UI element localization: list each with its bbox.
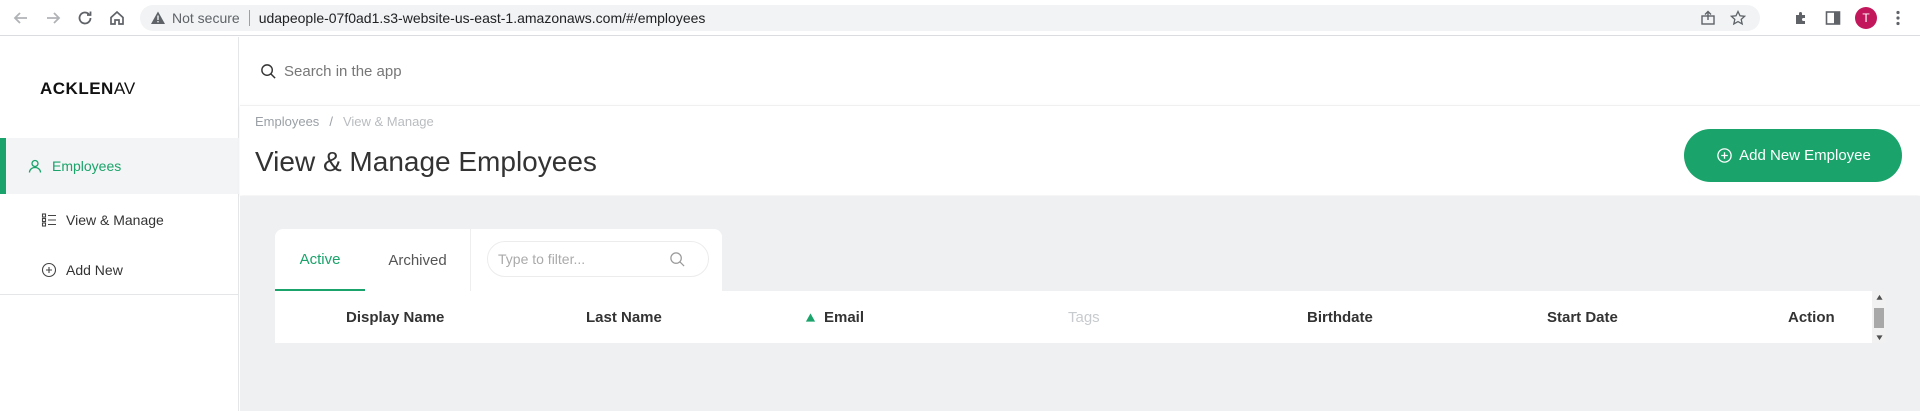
page-header: Employees / View & Manage View & Manage … — [240, 105, 1920, 195]
column-header-email[interactable]: Email — [804, 291, 864, 343]
filter-input[interactable] — [498, 251, 668, 267]
scroll-down-arrow-icon[interactable] — [1875, 333, 1883, 341]
list-icon — [40, 211, 58, 229]
reload-icon — [78, 11, 92, 25]
breadcrumb-separator: / — [329, 114, 333, 129]
user-icon — [26, 157, 44, 175]
side-panel-icon[interactable] — [1821, 6, 1845, 30]
sidebar-item-label: View & Manage — [66, 212, 164, 228]
table-scrollbar[interactable] — [1872, 291, 1886, 343]
more-menu-icon[interactable] — [1886, 6, 1910, 30]
share-icon[interactable] — [1700, 10, 1716, 26]
sort-ascending-icon — [804, 311, 816, 323]
logo-text-thin: AV — [113, 79, 136, 98]
column-label: Action — [1788, 308, 1835, 326]
tab-divider — [470, 229, 471, 291]
scrollbar-thumb[interactable] — [1874, 308, 1884, 328]
app-search-bar — [240, 37, 1920, 105]
main-content: Active Archived Display Name Last Name E… — [240, 196, 1920, 411]
filter-box — [487, 241, 709, 277]
sidebar-item-employees[interactable]: Employees — [0, 138, 239, 194]
scroll-up-arrow-icon[interactable] — [1875, 293, 1883, 301]
tabs-card: Active Archived — [275, 229, 722, 291]
security-label[interactable]: Not secure — [172, 10, 240, 26]
breadcrumb-item-view-manage: View & Manage — [342, 114, 434, 129]
column-header-tags: Tags — [1068, 291, 1100, 343]
plus-circle-icon — [40, 261, 58, 279]
column-label: Display Name — [346, 308, 445, 326]
column-header-display-name[interactable]: Display Name — [346, 291, 444, 343]
column-header-action: Action — [1788, 291, 1835, 343]
column-label: Start Date — [1547, 308, 1618, 326]
address-bar[interactable]: Not secure udapeople-07f0ad1.s3-website-… — [140, 5, 1760, 31]
url-text[interactable]: udapeople-07f0ad1.s3-website-us-east-1.a… — [259, 10, 706, 26]
back-arrow-icon — [13, 12, 27, 24]
page-title: View & Manage Employees — [255, 146, 597, 177]
column-label: Email — [824, 308, 865, 326]
sidebar-item-add-new[interactable]: Add New — [0, 242, 239, 298]
column-header-last-name[interactable]: Last Name — [586, 291, 662, 343]
home-button[interactable] — [105, 6, 129, 30]
column-header-start-date[interactable]: Start Date — [1547, 291, 1618, 343]
breadcrumb: Employees / View & Manage — [255, 114, 434, 129]
sidebar-item-label: Employees — [52, 158, 122, 174]
tab-label: Archived — [388, 251, 447, 269]
add-button-label: Add New Employee — [1739, 147, 1871, 164]
plus-circle-icon — [1715, 147, 1733, 165]
profile-avatar[interactable]: T — [1855, 7, 1877, 29]
tab-label: Active — [299, 250, 341, 268]
reload-button[interactable] — [73, 6, 97, 30]
bookmark-star-icon[interactable] — [1730, 10, 1746, 26]
sidebar-item-label: Add New — [66, 262, 123, 278]
forward-button[interactable] — [41, 6, 65, 30]
back-button[interactable] — [9, 6, 33, 30]
logo-text: ACKLEN — [40, 79, 114, 98]
home-icon — [110, 10, 124, 25]
search-icon — [258, 61, 278, 81]
search-icon[interactable] — [668, 250, 686, 268]
column-label: Birthdate — [1307, 308, 1373, 326]
employees-table: Display Name Last Name Email Tags Birthd… — [275, 291, 1886, 343]
column-label: Tags — [1068, 308, 1100, 326]
sidebar-item-view-manage[interactable]: View & Manage — [0, 192, 239, 248]
column-header-birthdate[interactable]: Birthdate — [1307, 291, 1373, 343]
company-logo[interactable]: ACKLENAV — [40, 79, 135, 99]
tab-archived[interactable]: Archived — [375, 229, 460, 291]
tab-active[interactable]: Active — [275, 229, 365, 291]
column-label: Last Name — [586, 308, 662, 326]
forward-arrow-icon — [47, 12, 61, 24]
app-search-input[interactable] — [284, 62, 884, 80]
browser-toolbar: Not secure udapeople-07f0ad1.s3-website-… — [0, 0, 1920, 36]
sidebar: ACKLENAV Employees View & Manage Add New — [0, 37, 239, 411]
add-new-employee-button[interactable]: Add New Employee — [1684, 129, 1902, 182]
extensions-icon[interactable] — [1789, 6, 1813, 30]
address-separator — [248, 10, 250, 26]
warning-icon — [150, 10, 166, 26]
breadcrumb-item-employees[interactable]: Employees — [255, 114, 319, 129]
sidebar-divider — [0, 294, 239, 295]
